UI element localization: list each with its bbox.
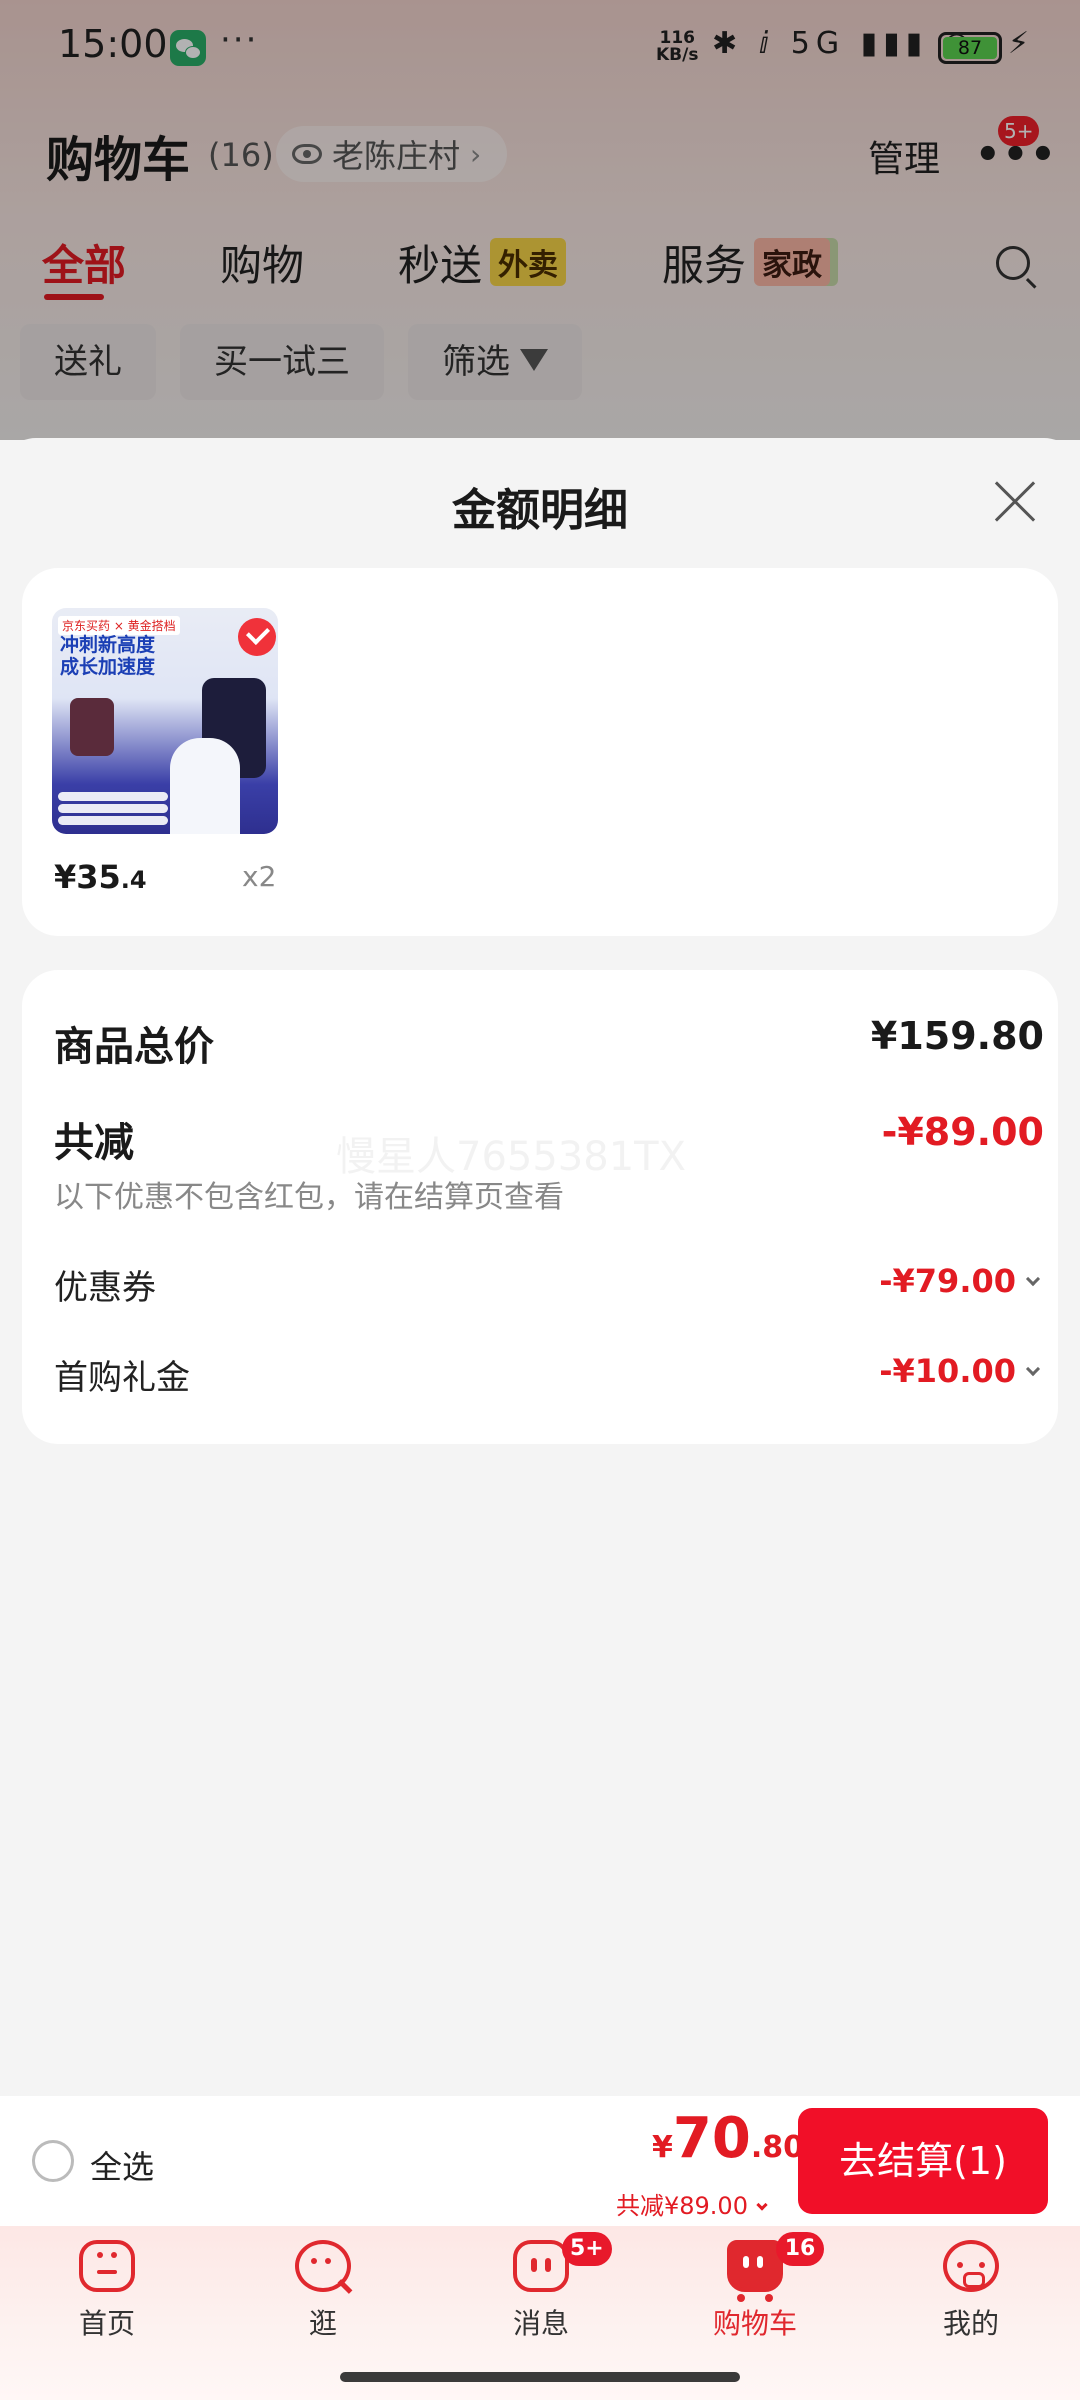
watermark: 慢星人7655381TX — [336, 1134, 686, 1180]
tabbar-label: 购物车 — [712, 2307, 797, 2340]
coupon-value: -¥79.00 — [879, 1262, 1041, 1300]
total-price-row: 商品总价 ¥159.80 — [54, 1014, 1044, 1072]
checked-icon — [238, 618, 276, 656]
cart-badge: 16 — [776, 2232, 824, 2266]
chevron-down-icon — [1025, 1361, 1041, 1377]
first-purchase-gift-label: 首购礼金 — [54, 1358, 190, 1398]
saving-detail-toggle[interactable]: 共减¥89.00 — [616, 2186, 768, 2221]
total-price-label: 商品总价 — [54, 1024, 214, 1070]
tabbar-browse[interactable]: 逛 — [248, 2240, 398, 2342]
tabbar-label: 我的 — [942, 2307, 999, 2340]
checkout-bar: 全选 ¥70.80 共减¥89.00 去结算(1) — [0, 2096, 1080, 2226]
product-box — [70, 698, 114, 756]
checkout-button[interactable]: 去结算(1) — [798, 2108, 1048, 2214]
close-icon[interactable] — [992, 480, 1036, 524]
tabbar-home[interactable]: 首页 — [32, 2240, 182, 2342]
home-icon — [79, 2240, 135, 2292]
browse-icon — [295, 2240, 351, 2292]
selected-items-card: 京东买药 × 黄金搭档 冲刺新高度 成长加速度 ¥35.4 x2 — [22, 568, 1058, 936]
chevron-down-icon — [1025, 1271, 1041, 1287]
chevron-down-icon — [756, 2199, 768, 2211]
select-all-label[interactable]: 全选 — [90, 2142, 154, 2188]
amount-detail-sheet: 金额明细 京东买药 × 黄金搭档 冲刺新高度 成长加速度 ¥35.4 x2 商品… — [0, 438, 1080, 2096]
coupon-row[interactable]: 优惠券 -¥79.00 — [54, 1260, 1044, 1309]
profile-icon — [943, 2240, 999, 2292]
product-doctor-figure — [170, 738, 240, 834]
product-image[interactable]: 京东买药 × 黄金搭档 冲刺新高度 成长加速度 — [52, 608, 278, 834]
tabbar-label: 首页 — [78, 2307, 135, 2340]
coupon-label: 优惠券 — [54, 1268, 156, 1308]
modal-overlay[interactable] — [0, 0, 1080, 440]
message-icon — [513, 2240, 569, 2292]
first-purchase-gift-value: -¥10.00 — [879, 1352, 1041, 1390]
product-quantity: x2 — [242, 860, 277, 893]
product-image-headline: 冲刺新高度 成长加速度 — [60, 634, 156, 678]
messages-badge: 5+ — [562, 2232, 612, 2266]
home-indicator[interactable] — [340, 2372, 740, 2382]
product-feature-lines — [58, 792, 168, 826]
tabbar-profile[interactable]: 我的 — [896, 2240, 1046, 2342]
total-amount: ¥70.80 — [652, 2106, 804, 2171]
reduction-value: -¥89.00 — [881, 1110, 1044, 1154]
tabbar-label: 消息 — [512, 2307, 569, 2340]
tabbar-cart[interactable]: 16 购物车 — [680, 2232, 830, 2342]
sheet-title: 金额明细 — [452, 485, 628, 536]
tabbar-label: 逛 — [308, 2307, 337, 2340]
select-all-checkbox[interactable] — [32, 2140, 74, 2182]
first-purchase-gift-row[interactable]: 首购礼金 -¥10.00 — [54, 1350, 1044, 1399]
product-image-brand: 京东买药 × 黄金搭档 — [58, 616, 180, 635]
tabbar-messages[interactable]: 5+ 消息 — [466, 2232, 616, 2342]
total-price-value: ¥159.80 — [870, 1014, 1044, 1058]
cart-page-background: 15:00 ··· 116 KB/s ✱ ⅈ 5G ▮▮▮ ◠ 87 ⚡ 购物车… — [0, 0, 1080, 440]
price-summary-card: 商品总价 ¥159.80 共减 -¥89.00 以下优惠不包含红包，请在结算页查… — [22, 970, 1058, 1444]
product-price: ¥35.4 — [54, 858, 147, 896]
cart-icon — [727, 2240, 783, 2302]
